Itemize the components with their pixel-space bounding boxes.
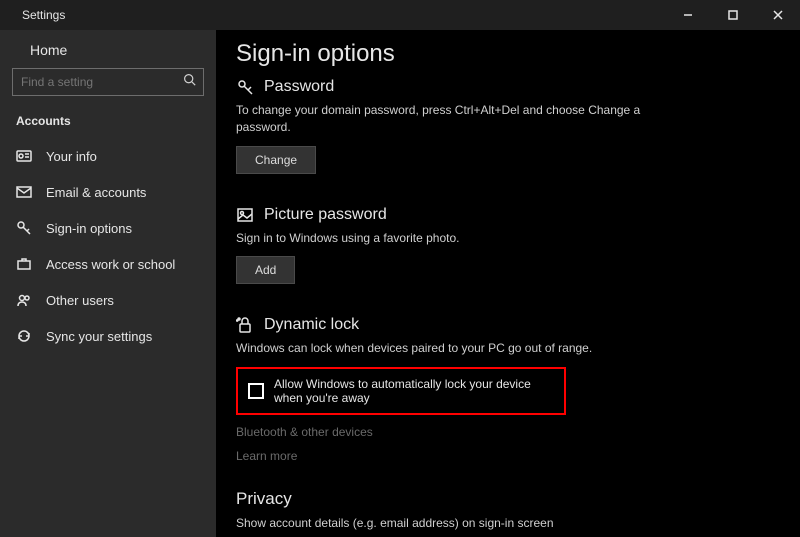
sidebar-home-label: Home	[30, 42, 67, 58]
bluetooth-link[interactable]: Bluetooth & other devices	[236, 425, 780, 439]
sidebar-item-email[interactable]: Email & accounts	[0, 174, 216, 210]
sidebar-item-your-info[interactable]: Your info	[0, 138, 216, 174]
window-title: Settings	[22, 8, 65, 22]
search-input[interactable]	[12, 68, 204, 96]
dynamic-lock-checkbox-row[interactable]: Allow Windows to automatically lock your…	[236, 367, 566, 415]
picture-icon	[236, 206, 254, 224]
close-button[interactable]	[755, 0, 800, 30]
sidebar-item-label: Email & accounts	[46, 185, 146, 200]
lock-icon	[236, 316, 254, 334]
search-icon	[183, 73, 196, 91]
password-heading: Password	[264, 78, 334, 96]
mail-icon	[16, 184, 32, 200]
learn-more-link[interactable]: Learn more	[236, 449, 780, 463]
briefcase-icon	[16, 256, 32, 272]
sidebar-item-sync[interactable]: Sync your settings	[0, 318, 216, 354]
password-desc: To change your domain password, press Ct…	[236, 102, 656, 136]
privacy-desc: Show account details (e.g. email address…	[236, 515, 656, 532]
privacy-heading: Privacy	[236, 489, 780, 509]
user-card-icon	[16, 148, 32, 164]
sidebar-item-work-school[interactable]: Access work or school	[0, 246, 216, 282]
sidebar-section-label: Accounts	[0, 108, 216, 138]
sidebar-item-label: Access work or school	[46, 257, 175, 272]
picture-heading: Picture password	[264, 206, 387, 224]
key-icon	[236, 78, 254, 96]
picture-desc: Sign in to Windows using a favorite phot…	[236, 230, 656, 247]
maximize-button[interactable]	[710, 0, 755, 30]
users-icon	[16, 292, 32, 308]
minimize-button[interactable]	[665, 0, 710, 30]
dynamic-lock-desc: Windows can lock when devices paired to …	[236, 340, 656, 357]
dynamic-lock-checkbox-label: Allow Windows to automatically lock your…	[274, 377, 554, 405]
sidebar-item-label: Sync your settings	[46, 329, 152, 344]
sidebar-item-label: Your info	[46, 149, 97, 164]
sidebar: Home Accounts Your info Email	[0, 30, 216, 537]
dynamic-lock-heading: Dynamic lock	[264, 316, 359, 334]
sidebar-item-signin[interactable]: Sign-in options	[0, 210, 216, 246]
sync-icon	[16, 328, 32, 344]
titlebar: Settings	[0, 0, 800, 30]
change-password-button[interactable]: Change	[236, 146, 316, 174]
sidebar-item-label: Other users	[46, 293, 114, 308]
sidebar-item-label: Sign-in options	[46, 221, 132, 236]
sidebar-item-other-users[interactable]: Other users	[0, 282, 216, 318]
key-icon	[16, 220, 32, 236]
page-title: Sign-in options	[236, 40, 780, 68]
sidebar-home[interactable]: Home	[0, 36, 216, 68]
content: Sign-in options Password To change your …	[216, 30, 800, 537]
add-picture-button[interactable]: Add	[236, 256, 295, 284]
checkbox-unchecked-icon[interactable]	[248, 383, 264, 399]
